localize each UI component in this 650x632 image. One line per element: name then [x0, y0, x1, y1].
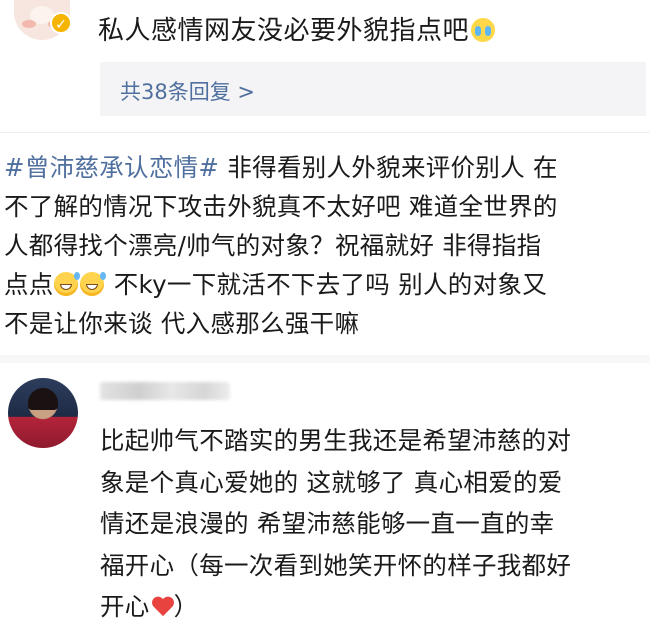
post-text: 非得看别人外貌来评价别人 在 — [219, 153, 558, 182]
divider — [0, 132, 650, 133]
comment-text: 私人感情网友没必要外貌指点吧 — [98, 10, 496, 47]
avatar-cheek — [22, 20, 36, 28]
heart-icon — [152, 597, 174, 617]
reply-line-3: 情还是浪漫的 希望沛慈能够一直一直的幸 — [100, 509, 555, 538]
post-body: #曾沛慈承认恋情# 非得看别人外貌来评价别人 在 不了解的情况下攻击外貌真不太好… — [4, 148, 644, 343]
reply-line-5: 开心 ） — [100, 586, 645, 628]
reply-text-end: 开心 — [100, 592, 150, 621]
post-text: 不ky一下就活不下去了吗 别人的对象又 — [105, 270, 547, 299]
avatar-hair — [28, 388, 58, 410]
grinning-sweat-emoji-icon — [53, 272, 80, 296]
post-line-5: 不是让你来谈 代入感那么强干嘛 — [4, 309, 360, 338]
reply-comment: 比起帅气不踏实的男生我还是希望沛慈的对 象是个真心爱她的 这就够了 真心相爱的爱… — [0, 370, 650, 632]
reply-text: 比起帅气不踏实的男生我还是希望沛慈的对 象是个真心爱她的 这就够了 真心相爱的爱… — [100, 420, 645, 628]
reply-line-2: 象是个真心爱她的 这就够了 真心相爱的爱 — [100, 467, 563, 497]
grinning-sweat-emoji-icon — [79, 272, 106, 296]
post-line-1: #曾沛慈承认恋情# 非得看别人外貌来评价别人 在 — [4, 148, 644, 187]
comment-text-body: 私人感情网友没必要外貌指点吧 — [98, 16, 470, 46]
avatar[interactable] — [8, 378, 78, 448]
post-line-2: 不了解的情况下攻击外貌真不太好吧 难道全世界的 — [4, 192, 558, 221]
reply-line-1: 比起帅气不踏实的男生我还是希望沛慈的对 — [100, 426, 572, 455]
post-line-3: 人都得找个漂亮/帅气的对象？祝福就好 非得指指 — [4, 231, 542, 260]
divider — [0, 355, 650, 363]
reply-closing-paren: ） — [173, 592, 199, 621]
vip-badge-icon: ✓ — [50, 12, 72, 34]
username-blurred[interactable] — [100, 382, 230, 400]
post-text: 点点 — [4, 270, 54, 299]
crying-emoji-icon — [471, 18, 496, 42]
reply-line-4: 福开心（每一次看到她笑开怀的样子我都好 — [100, 550, 572, 580]
replies-box[interactable]: 共38条回复 > — [100, 62, 646, 116]
top-comment: ✓ 私人感情网友没必要外貌指点吧 共38条回复 > — [0, 0, 650, 130]
post-line-4: 点点 不ky一下就活不下去了吗 别人的对象又 — [4, 265, 644, 304]
hashtag-link[interactable]: #曾沛慈承认恋情# — [4, 153, 219, 182]
view-replies-link[interactable]: 共38条回复 > — [120, 76, 255, 106]
